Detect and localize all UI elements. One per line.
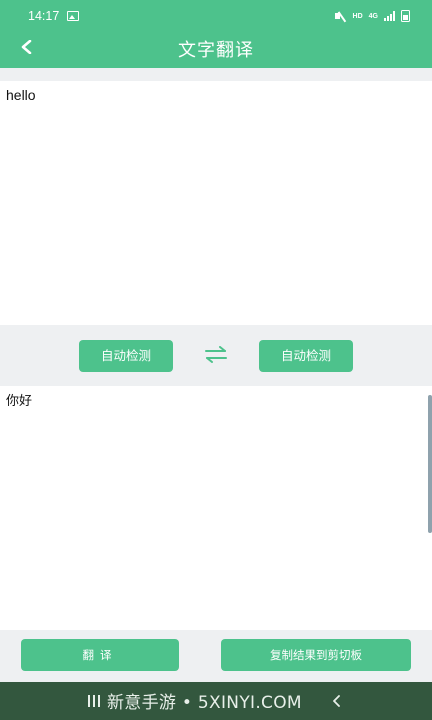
source-text[interactable]: hello [6,87,36,103]
scrollbar[interactable] [428,395,432,533]
page-title: 文字翻译 [178,40,254,61]
swap-arrows-icon[interactable] [205,346,227,364]
source-language-button[interactable]: 自动检测 [79,340,173,372]
source-text-area[interactable]: hello [0,81,432,325]
watermark-bar: 新意手游 • 5XINYI.COM [0,682,432,720]
status-indicators: HD 4G [334,10,410,22]
mute-icon [334,11,347,21]
result-text: 你好 [6,394,33,409]
target-language-button[interactable]: 自动检测 [259,340,353,372]
recent-apps-icon [88,695,100,707]
translate-button[interactable]: 翻译 [21,639,179,671]
watermark-text: 新意手游 • 5XINYI.COM [107,693,302,713]
app-header: 14:17 HD 4G 文字翻译 [0,0,432,68]
result-text-area[interactable]: 你好 [0,386,432,630]
hd-badge: HD [352,12,363,20]
status-bar: 14:17 HD 4G [0,0,432,32]
network-badge: 4G [368,12,378,20]
nav-back-icon [333,695,340,707]
copy-result-button[interactable]: 复制结果到剪切板 [221,639,411,671]
battery-icon [401,10,410,22]
signal-icon [384,11,395,21]
status-time: 14:17 [28,9,60,23]
image-notification-icon [67,11,79,21]
